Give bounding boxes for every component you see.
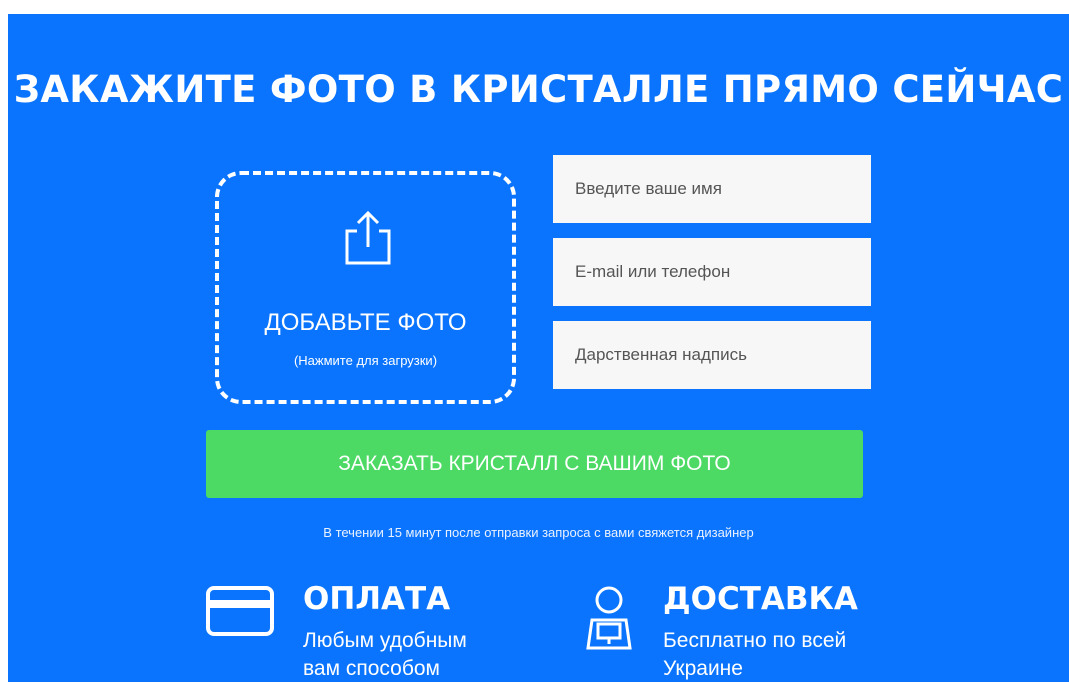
credit-card-icon bbox=[206, 586, 274, 636]
contact-note: В течении 15 минут после отправки запрос… bbox=[323, 525, 754, 540]
delivery-title: ДОСТАВКА bbox=[663, 581, 858, 617]
name-field[interactable] bbox=[553, 155, 871, 223]
page-title: ЗАКАЖИТЕ ФОТО В КРИСТАЛЛЕ ПРЯМО СЕЙЧАС bbox=[13, 68, 1064, 111]
payment-desc-line1: Любым удобным bbox=[303, 629, 467, 652]
upload-icon bbox=[345, 210, 391, 265]
delivery-desc-line1: Бесплатно по всей bbox=[663, 629, 847, 652]
order-section: ЗАКАЖИТЕ ФОТО В КРИСТАЛЛЕ ПРЯМО СЕЙЧАС Д… bbox=[8, 14, 1069, 682]
upload-hint: (Нажмите для загрузки) bbox=[293, 353, 438, 368]
inscription-field[interactable] bbox=[553, 321, 871, 389]
payment-desc-line2: вам способом bbox=[303, 657, 440, 680]
contact-field[interactable] bbox=[553, 238, 871, 306]
photo-upload-area[interactable]: ДОБАВЬТЕ ФОТО (Нажмите для загрузки) bbox=[215, 171, 516, 404]
delivery-desc-line2: Украине bbox=[663, 657, 743, 680]
order-button[interactable]: ЗАКАЗАТЬ КРИСТАЛЛ С ВАШИМ ФОТО bbox=[206, 430, 863, 498]
payment-title: ОПЛАТА bbox=[303, 581, 451, 617]
upload-label: ДОБАВЬТЕ ФОТО bbox=[264, 309, 467, 336]
courier-icon bbox=[586, 586, 632, 650]
